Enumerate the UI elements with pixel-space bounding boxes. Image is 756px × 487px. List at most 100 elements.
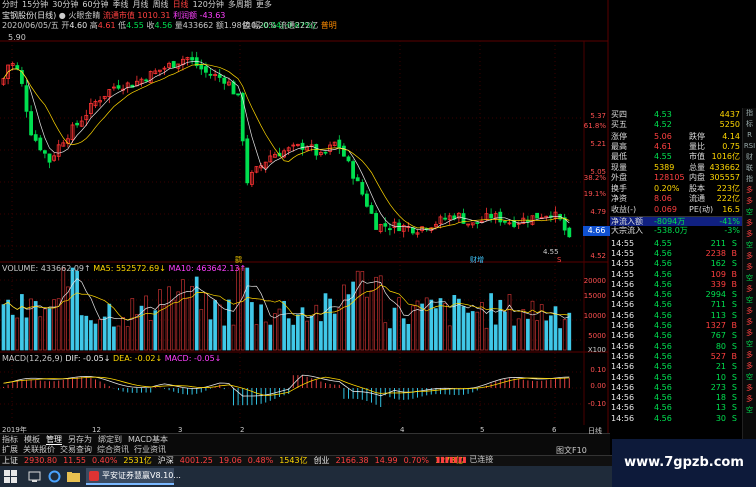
- tick-vol-9: 767: [710, 331, 726, 341]
- sidebar-btn-4[interactable]: 财: [743, 152, 756, 163]
- tick-time-14: 14:56: [611, 382, 635, 392]
- sidebar-btn-24[interactable]: 空: [743, 372, 756, 383]
- sidebar-btn-17[interactable]: 空: [743, 295, 756, 306]
- sidebar-btn-9[interactable]: 空: [743, 207, 756, 218]
- index-name-0[interactable]: 上证: [2, 456, 18, 466]
- sidebar-btn-6[interactable]: 指: [743, 174, 756, 185]
- sidebar-btn-3[interactable]: RSI: [743, 141, 756, 152]
- tick-time-16: 14:56: [611, 403, 635, 413]
- sidebar-btn-16[interactable]: 多: [743, 284, 756, 295]
- tick-vol-8: 1327: [705, 321, 726, 330]
- tick-row-15: 14:56 4.56 18 S: [610, 393, 742, 403]
- task-view-icon[interactable]: [28, 470, 41, 483]
- period-1[interactable]: 15分钟: [22, 0, 48, 10]
- sidebar-btn-14[interactable]: 多: [743, 262, 756, 273]
- tick-price-0: 4.55: [654, 238, 672, 248]
- period-7[interactable]: 日线: [173, 0, 189, 10]
- ie-icon[interactable]: [48, 470, 61, 483]
- volume-bar-99: [457, 298, 461, 351]
- sidebar-btn-12[interactable]: 空: [743, 240, 756, 251]
- quote-vol-0: 4437: [719, 110, 740, 119]
- sidebar-btn-21[interactable]: 空: [743, 339, 756, 350]
- day-view-label[interactable]: 日线: [588, 426, 602, 436]
- chart-mark-left[interactable]: 鹞: [235, 255, 242, 265]
- mode-label[interactable]: 火眼金睛: [68, 11, 100, 20]
- index-name-2[interactable]: 创业: [314, 456, 330, 466]
- sidebar-btn-27[interactable]: 空: [743, 405, 756, 416]
- volume-bar-55: [254, 324, 259, 351]
- chart-mark-mid[interactable]: 财增: [470, 255, 484, 265]
- ext-item-1[interactable]: 关联报价: [23, 445, 55, 455]
- sidebar-btn-13[interactable]: 多: [743, 251, 756, 262]
- volume-ma-10: [3, 284, 570, 321]
- tick-vol-10: 80: [715, 341, 726, 351]
- windows-start-icon[interactable]: [4, 470, 17, 483]
- macd-line-8: [3, 376, 570, 397]
- float-mv-value: 1010.31: [137, 11, 171, 20]
- volume-bar-32: [148, 320, 153, 351]
- candle-body-89: [410, 227, 415, 234]
- volume-bar-18: [84, 315, 89, 351]
- sidebar-btn-8[interactable]: 多: [743, 196, 756, 207]
- quote-row-3: 最高 4.61 量比 0.75: [610, 142, 742, 152]
- period-2[interactable]: 30分钟: [52, 0, 78, 10]
- volume-bar-72: [332, 313, 337, 351]
- sidebar-btn-0[interactable]: 指: [743, 108, 756, 119]
- candle-body-9: [43, 150, 47, 154]
- tab-5[interactable]: MACD基本: [128, 434, 168, 445]
- period-8[interactable]: 120分钟: [193, 0, 224, 10]
- sidebar-btn-10[interactable]: 多: [743, 218, 756, 229]
- sidebar-btn-11[interactable]: 多: [743, 229, 756, 240]
- sidebar-btn-2[interactable]: R: [743, 130, 756, 141]
- period-0[interactable]: 分时: [2, 0, 18, 10]
- period-3[interactable]: 60分钟: [82, 0, 108, 10]
- index-change-1: 19.06: [218, 456, 242, 465]
- period-4[interactable]: 季线: [113, 0, 129, 10]
- volume-bar-47: [217, 304, 222, 351]
- stock-code-name[interactable]: 宝钢股份(日线): [2, 11, 56, 20]
- tab-1[interactable]: 模板: [24, 434, 40, 445]
- sidebar-btn-25[interactable]: 多: [743, 383, 756, 394]
- tick-row-3: 14:55 4.56 109 B: [610, 270, 742, 280]
- volume-bar-35: [162, 305, 167, 351]
- volume-bar-76: [351, 281, 355, 351]
- folder-icon[interactable]: [67, 470, 80, 483]
- sidebar-btn-1[interactable]: 标: [743, 119, 756, 130]
- volume-bar-64: [296, 314, 300, 351]
- sidebar-btn-7[interactable]: 多: [743, 185, 756, 196]
- volume-bar-52: [240, 267, 245, 351]
- chart-mark-right[interactable]: S: [557, 256, 561, 264]
- bar-tag[interactable]: 普明: [321, 21, 337, 30]
- candle-body-114: [526, 220, 530, 223]
- tab-0[interactable]: 指标: [2, 434, 18, 445]
- vol-ma10: MA10: 463642.13↑: [168, 264, 247, 273]
- index-amount-0: 2531亿: [123, 456, 152, 465]
- ext-item-0[interactable]: 扩展: [2, 445, 18, 455]
- period-9[interactable]: 多周期: [228, 0, 252, 10]
- sidebar-btn-18[interactable]: 多: [743, 306, 756, 317]
- tab-2[interactable]: 管理: [46, 434, 62, 445]
- ext-item-4[interactable]: 行业资讯: [134, 445, 166, 455]
- taskbar-app-button[interactable]: 平安证券慧赢V8.10...: [86, 468, 181, 485]
- tab-3[interactable]: 另存为: [68, 434, 92, 445]
- period-5[interactable]: 月线: [133, 0, 149, 10]
- sidebar-btn-5[interactable]: 联: [743, 163, 756, 174]
- volume-bar-112: [516, 318, 521, 351]
- period-10[interactable]: 更多: [256, 0, 272, 10]
- tick-flag-4: B: [731, 279, 738, 289]
- sidebar-btn-23[interactable]: 多: [743, 361, 756, 372]
- sidebar-btn-19[interactable]: 多: [743, 317, 756, 328]
- ext-item-2[interactable]: 交易查询: [60, 445, 92, 455]
- sidebar-btn-20[interactable]: 多: [743, 328, 756, 339]
- axis-labels: 5.375.215.054.794.5261.8%38.2%19.1%20000…: [2, 112, 606, 434]
- tab-4[interactable]: 绑定到: [98, 434, 122, 445]
- macd-value: MACD: -0.05↓: [164, 354, 222, 363]
- sidebar-btn-15[interactable]: 空: [743, 273, 756, 284]
- index-name-1[interactable]: 沪深: [158, 456, 174, 466]
- sidebar-btn-22[interactable]: 多: [743, 350, 756, 361]
- sidebar-btn-26[interactable]: 多: [743, 394, 756, 405]
- quote-row-9: 收益(-) 0.069 PE(动) 16.5: [610, 205, 742, 215]
- ext-item-3[interactable]: 综合资讯: [97, 445, 129, 455]
- quote-label-1: 买五: [611, 120, 627, 130]
- period-6[interactable]: 周线: [153, 0, 169, 10]
